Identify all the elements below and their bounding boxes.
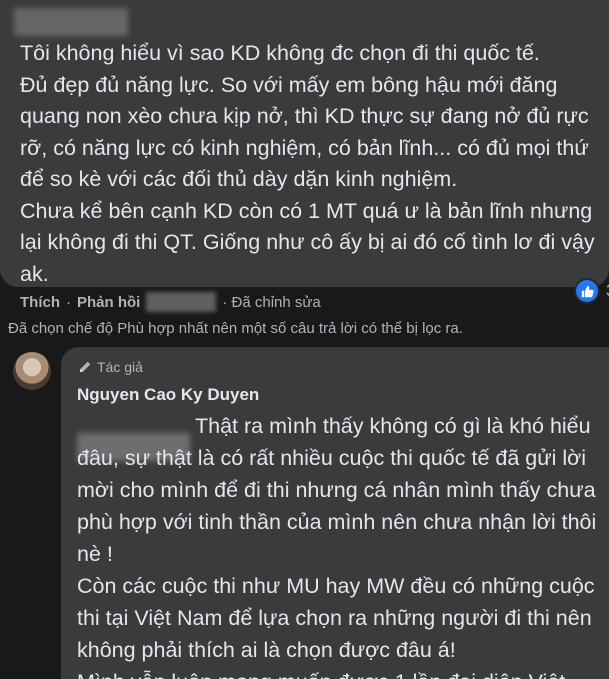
separator-dot: ·	[66, 293, 71, 311]
reply-author-name[interactable]: Nguyen Cao Ky Duyen	[77, 385, 259, 405]
filter-note: Đã chọn chế độ Phù hợp nhất nên một số c…	[8, 320, 463, 337]
blurred-commenter-name	[14, 8, 128, 36]
avatar[interactable]	[13, 352, 51, 390]
comment-actions: Thích · Phản hồi · Đã chỉnh sửa	[20, 292, 321, 312]
pencil-icon	[79, 361, 91, 373]
edited-label: · Đã chỉnh sửa	[222, 293, 321, 311]
like-action[interactable]: Thích	[20, 294, 60, 311]
blurred-timestamp[interactable]	[146, 292, 217, 312]
top-comment-text: Tôi không hiểu vì sao KD không đc chọn đ…	[20, 41, 595, 286]
reply-comment-bubble: Tác giả Nguyen Cao Ky Duyen Thật ra mình…	[61, 347, 609, 679]
like-icon	[574, 278, 600, 304]
author-badge: Tác giả	[78, 359, 143, 375]
top-comment-bubble: Tôi không hiểu vì sao KD không đc chọn đ…	[0, 0, 609, 287]
reaction-summary[interactable]: 34	[574, 278, 609, 304]
author-tag-label: Tác giả	[97, 359, 143, 375]
reply-action[interactable]: Phản hồi	[77, 294, 140, 311]
reply-comment-text: Thật ra mình thấy không có gì là khó hiể…	[77, 414, 597, 679]
